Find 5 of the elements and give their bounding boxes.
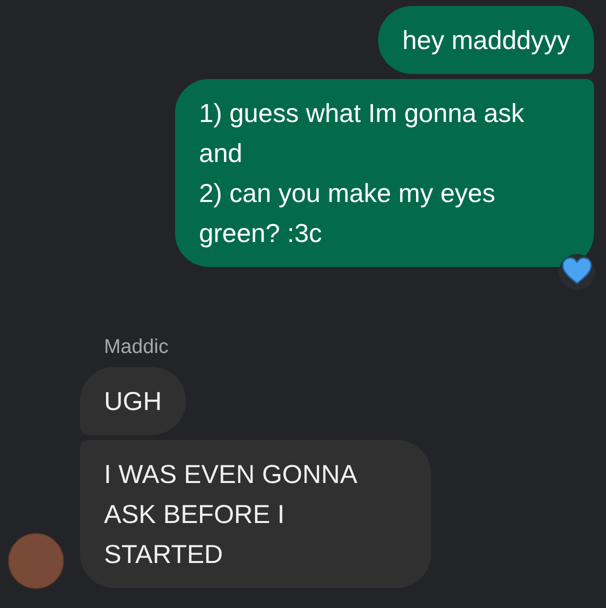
message-bubble: UGH: [80, 367, 186, 435]
sender-name: Maddic: [104, 335, 170, 359]
message-bubble: 1) guess what Im gonna ask and 2) can you make my eyes green? :3c: [175, 79, 594, 267]
message-bubble: I WAS EVEN GONNA ASK BEFORE I STARTED: [80, 440, 431, 588]
message-bubble: hey madddyyy: [378, 6, 594, 74]
